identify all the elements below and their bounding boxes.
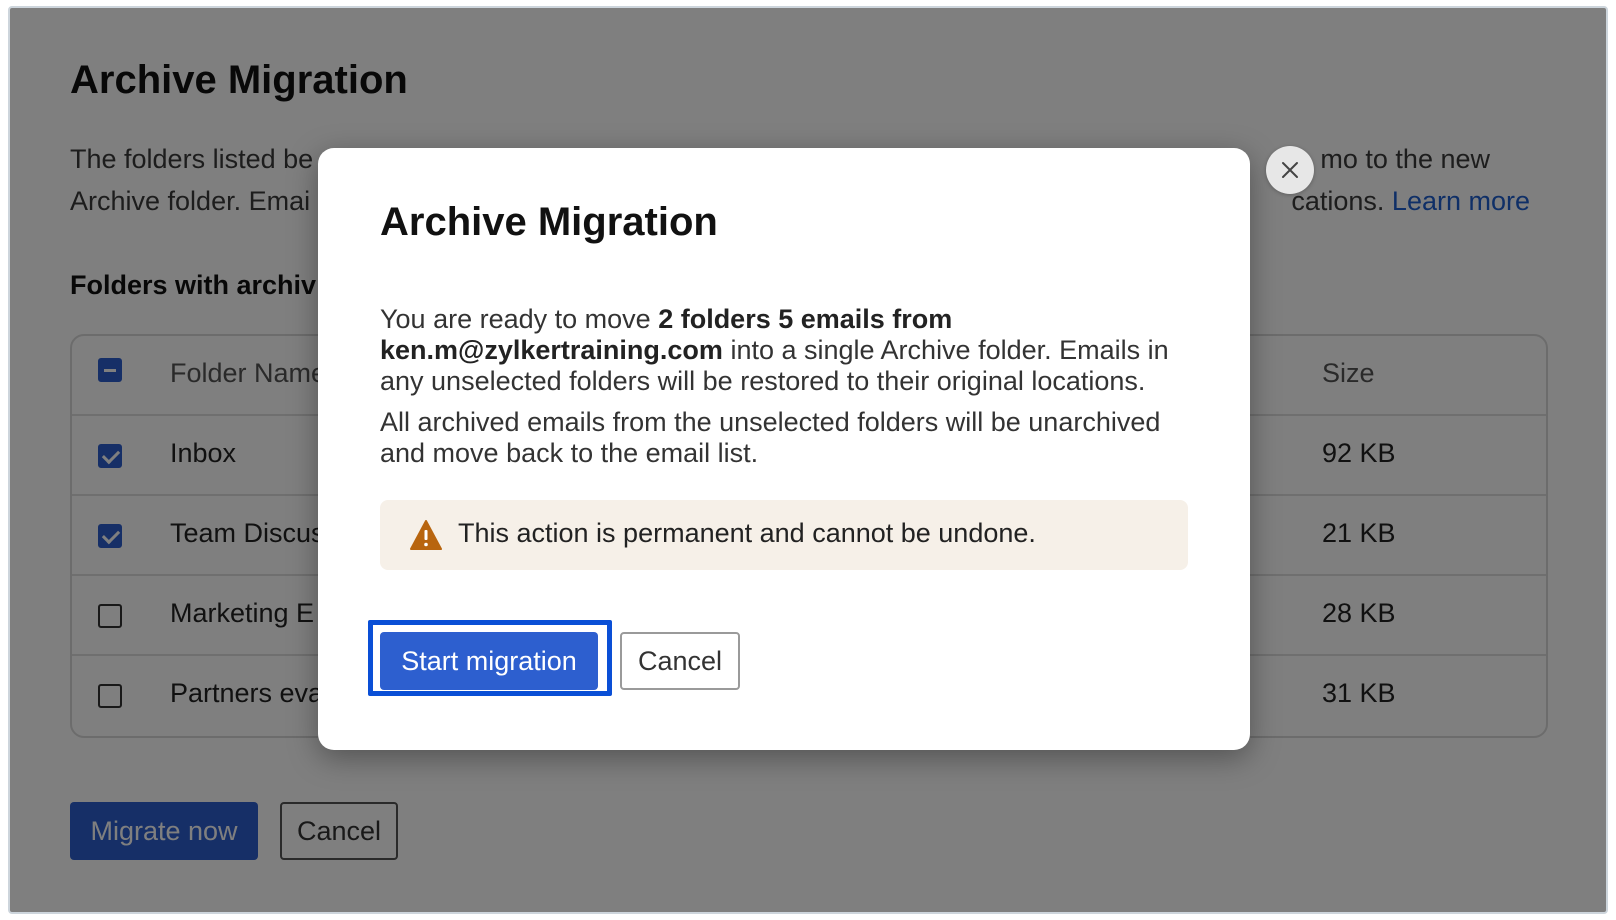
- warning-icon: [410, 520, 442, 550]
- warning-banner: This action is permanent and cannot be u…: [380, 500, 1188, 570]
- body-intro: You are ready to move: [380, 304, 659, 334]
- start-migration-button[interactable]: Start migration: [380, 632, 598, 690]
- dialog-title: Archive Migration: [380, 200, 718, 244]
- close-icon: [1282, 162, 1298, 178]
- dialog-close-button[interactable]: [1266, 146, 1314, 194]
- dialog-body: You are ready to move 2 folders 5 emails…: [380, 304, 1188, 469]
- dialog-body-paragraph-1: You are ready to move 2 folders 5 emails…: [380, 304, 1188, 397]
- dialog-cancel-button[interactable]: Cancel: [620, 632, 740, 690]
- dialog-body-paragraph-2: All archived emails from the unselected …: [380, 407, 1161, 468]
- body-email: ken.m@zylkertraining.com: [380, 335, 723, 365]
- warning-text: This action is permanent and cannot be u…: [458, 518, 1036, 548]
- app-frame: Archive Migration The folders listed be …: [8, 6, 1608, 914]
- archive-migration-dialog: Archive Migration You are ready to move …: [318, 148, 1250, 750]
- body-count: 2 folders 5 emails from: [658, 304, 953, 334]
